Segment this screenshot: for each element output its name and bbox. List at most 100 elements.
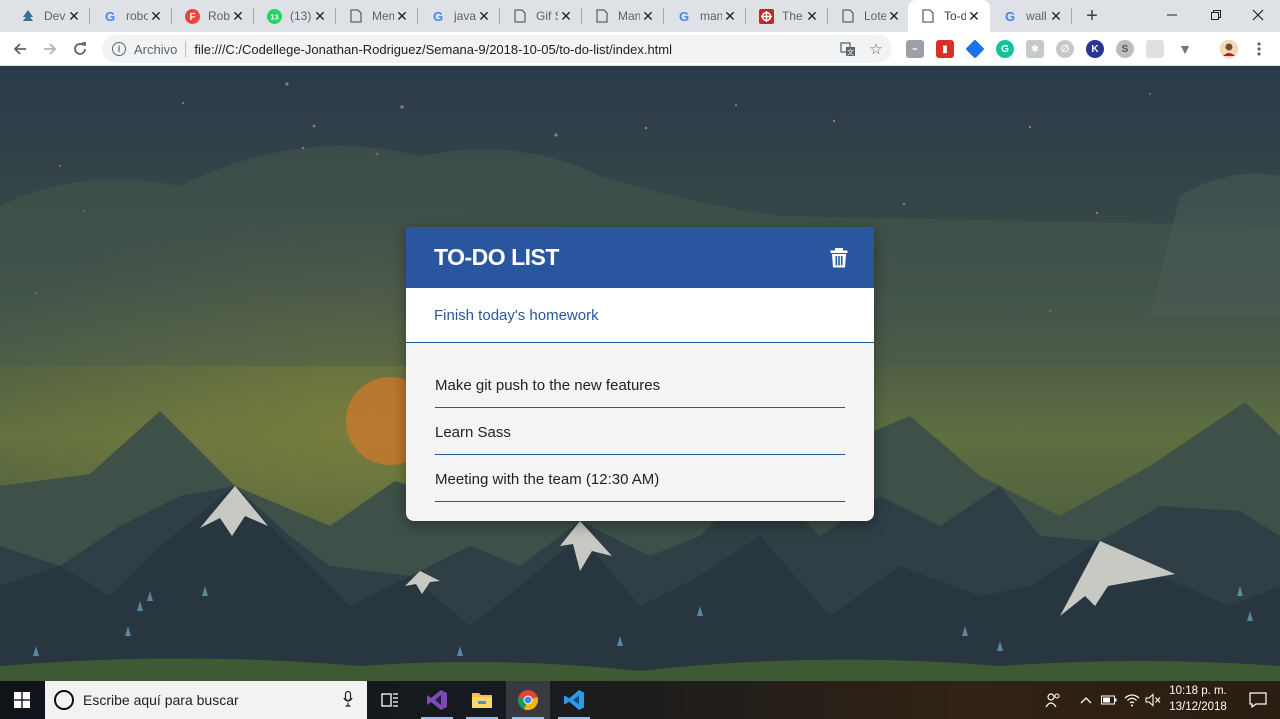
visual-studio-app[interactable] — [415, 681, 459, 719]
vscode-icon — [564, 690, 584, 710]
new-todo-input[interactable] — [434, 306, 846, 324]
visual-studio-icon — [427, 690, 447, 710]
page-title: TO-DO LIST — [434, 244, 559, 270]
extension-vue-icon[interactable]: ▼ — [1176, 40, 1194, 58]
extension-gray-icon[interactable]: ✱ — [1026, 40, 1044, 58]
document-icon — [594, 8, 610, 24]
tab-title: The — [782, 9, 803, 23]
close-window-icon — [1252, 9, 1264, 21]
close-icon[interactable]: ✕ — [312, 8, 328, 25]
close-icon[interactable]: ✕ — [230, 8, 246, 25]
tab-the[interactable]: The ✕ — [746, 0, 828, 32]
tab-title: Man — [618, 9, 640, 23]
close-icon[interactable]: ✕ — [558, 8, 574, 25]
reload-button[interactable] — [67, 36, 93, 62]
tab-title: To-d — [944, 9, 966, 23]
extension-s-icon[interactable]: S — [1116, 40, 1134, 58]
close-icon[interactable]: ✕ — [394, 8, 410, 25]
extension-grammarly-icon[interactable]: G — [996, 40, 1014, 58]
bookmark-star-icon[interactable]: ☆ — [864, 37, 888, 61]
menu-button[interactable] — [1246, 36, 1272, 62]
tab-man[interactable]: Man ✕ — [582, 0, 664, 32]
todo-card: TO-DO LIST Make git push to the new feat… — [406, 227, 874, 521]
tree-icon — [20, 8, 36, 24]
back-button[interactable] — [7, 36, 33, 62]
close-icon[interactable]: ✕ — [804, 8, 820, 25]
tab-man-search[interactable]: G man ✕ — [664, 0, 746, 32]
task-view-button[interactable] — [368, 681, 412, 719]
extension-diamond-icon[interactable] — [965, 39, 985, 59]
more-vertical-icon — [1257, 42, 1261, 56]
restore-button[interactable] — [1194, 0, 1238, 30]
tab-devs[interactable]: Devs ✕ — [8, 0, 90, 32]
chrome-app[interactable] — [506, 681, 550, 719]
vscode-app[interactable] — [552, 681, 596, 719]
todo-item[interactable]: Learn Sass — [435, 408, 845, 455]
tab-title: Devs — [44, 9, 66, 23]
svg-text:文: 文 — [847, 48, 854, 57]
minimize-button[interactable] — [1150, 0, 1194, 30]
close-icon[interactable]: ✕ — [476, 8, 492, 25]
tab-title: robot — [126, 9, 148, 23]
info-icon[interactable]: i — [112, 42, 126, 56]
todo-item[interactable]: Meeting with the team (12:30 AM) — [435, 455, 845, 502]
arrow-left-icon — [13, 43, 26, 55]
tab-whatsapp[interactable]: 13 (13) ✕ — [254, 0, 336, 32]
reload-icon — [74, 42, 86, 55]
tab-robot[interactable]: F Robot ✕ — [172, 0, 254, 32]
extension-book-icon[interactable]: ▮ — [936, 40, 954, 58]
wifi-button[interactable] — [1122, 681, 1142, 719]
close-icon[interactable]: ✕ — [148, 8, 164, 25]
extension-k-icon[interactable]: K — [1086, 40, 1104, 58]
extension-leaf-icon[interactable]: ∅ — [1056, 40, 1074, 58]
close-icon[interactable]: ✕ — [886, 8, 902, 25]
microphone-icon[interactable] — [337, 690, 359, 710]
whatsapp-icon: 13 — [266, 8, 282, 24]
tab-title: Lote — [864, 9, 886, 23]
address-bar[interactable]: i Archivo file:///C:/Codellege-Jonathan-… — [102, 35, 892, 63]
action-center-button[interactable] — [1236, 681, 1280, 719]
minimize-icon — [1167, 14, 1177, 16]
tab-lote[interactable]: Lote ✕ — [828, 0, 910, 32]
close-icon[interactable]: ✕ — [66, 8, 82, 25]
tab-java[interactable]: G java ✕ — [418, 0, 500, 32]
people-button[interactable] — [1040, 681, 1066, 719]
extension-blank-icon[interactable] — [1146, 40, 1164, 58]
start-button[interactable] — [0, 681, 44, 719]
tab-todo-active[interactable]: To-d ✕ — [908, 0, 990, 32]
profile-avatar[interactable] — [1220, 40, 1238, 58]
tab-wall[interactable]: G wall ✕ — [990, 0, 1072, 32]
taskbar-clock[interactable]: 10:18 p. m. 13/12/2018 — [1162, 683, 1234, 717]
tab-mem[interactable]: Mem ✕ — [336, 0, 418, 32]
new-tab-button[interactable]: + — [1080, 4, 1104, 28]
tab-title: (13) — [290, 9, 312, 23]
new-todo-row — [406, 288, 874, 343]
close-icon[interactable]: ✕ — [1048, 8, 1064, 25]
svg-text:13: 13 — [270, 12, 278, 21]
close-icon[interactable]: ✕ — [640, 8, 656, 25]
tab-robot-search[interactable]: G robot ✕ — [90, 0, 172, 32]
restore-icon — [1211, 10, 1221, 20]
volume-button[interactable] — [1143, 681, 1163, 719]
cortana-icon — [54, 690, 74, 710]
extension-acrobat-icon[interactable]: ⌁ — [906, 40, 924, 58]
close-icon[interactable]: ✕ — [722, 8, 738, 25]
forward-button[interactable] — [37, 36, 63, 62]
close-icon[interactable]: ✕ — [966, 8, 982, 25]
translate-icon[interactable]: 文 — [836, 37, 860, 61]
file-explorer-app[interactable] — [460, 681, 504, 719]
close-window-button[interactable] — [1236, 0, 1280, 30]
windows-taskbar: Escribe aquí para buscar 10:18 p. m. 13/… — [0, 681, 1280, 719]
taskbar-search[interactable]: Escribe aquí para buscar — [45, 681, 367, 719]
google-icon: G — [432, 8, 444, 24]
tab-title: Gif S — [536, 9, 558, 23]
url-text[interactable]: file:///C:/Codellege-Jonathan-Rodriguez/… — [194, 42, 836, 57]
tray-overflow-button[interactable] — [1076, 681, 1096, 719]
volume-muted-icon — [1145, 693, 1161, 707]
tab-gif[interactable]: Gif S ✕ — [500, 0, 582, 32]
puzzle-icon — [758, 8, 774, 24]
battery-button[interactable] — [1098, 681, 1120, 719]
document-icon — [512, 8, 528, 24]
trash-icon[interactable] — [830, 247, 848, 268]
todo-item[interactable]: Make git push to the new features — [435, 362, 845, 408]
